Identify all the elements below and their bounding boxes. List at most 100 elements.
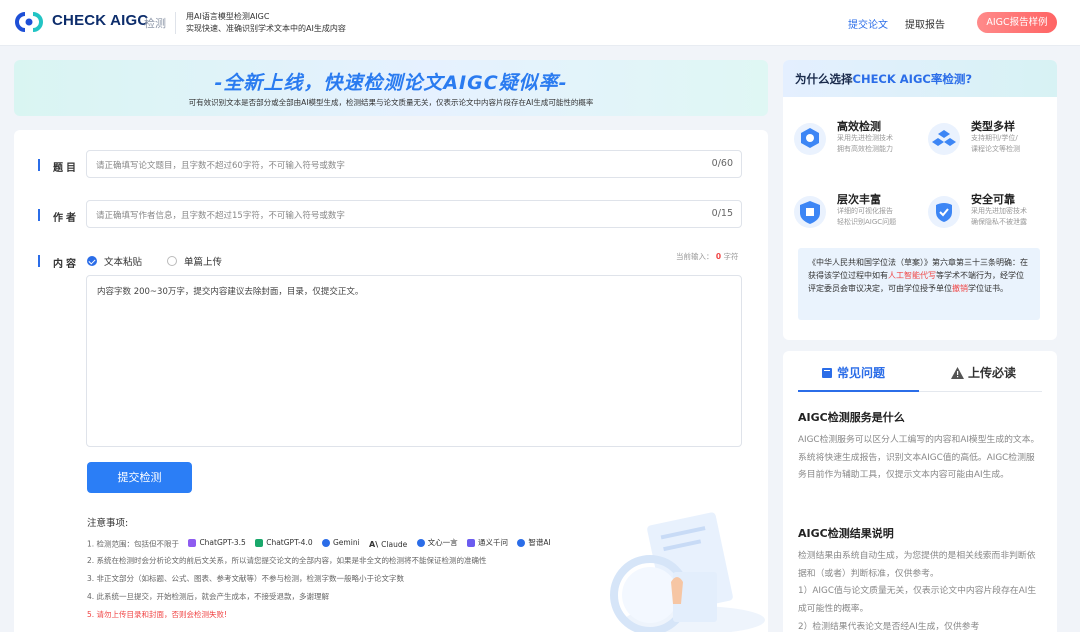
model-tongyi: 通义千问 xyxy=(467,537,508,548)
degree-law-notice: 《中华人民共和国学位法（草案）》第六章第三十三条明确：在获得该学位过程中如有人工… xyxy=(798,248,1040,320)
radio-unchecked-icon xyxy=(167,256,177,266)
efficient-detect-icon xyxy=(794,123,826,155)
why-choose-card: 为什么选择CHECK AIGC率检测? 高效检测 采用先进检测技术 拥有高效检测… xyxy=(783,60,1057,340)
feature-desc: 采用先进加密技术 xyxy=(971,207,1027,215)
submit-check-button[interactable]: 提交检测 xyxy=(87,462,192,493)
banner-title: -全新上线，快速检测论文AIGC疑似率- xyxy=(214,72,568,94)
model-chatgpt35: ChatGPT-3.5 xyxy=(188,538,246,547)
logo-icon xyxy=(15,12,43,32)
feature-desc: 课程论文等检测 xyxy=(971,145,1020,153)
note-item-2: 2. 系统在检测时会分析论文的前后文关系，所以请您提交论文的全部内容，如果是非全… xyxy=(87,556,487,565)
model-name: Gemini xyxy=(333,538,360,547)
content-textarea[interactable]: 内容字数 200~30万字，提交内容建议去除封面，目录，仅提交正文。 xyxy=(86,275,742,447)
author-input[interactable]: 请正确填写作者信息，且字数不超过15字符，不可输入符号或数字 0/15 xyxy=(86,200,742,228)
model-name: ChatGPT-4.0 xyxy=(266,538,313,547)
tab-upload-label: 上传必读 xyxy=(968,366,1017,380)
title-char-count: 0/60 xyxy=(711,158,733,169)
model-name: 智谱AI xyxy=(528,538,551,547)
slogan-line1: 用AI语言模型检测AIGC xyxy=(186,12,270,21)
faq-answer-1: AIGC检测服务可以区分人工编写的内容和AI模型生成的文本。 系统将快速生成报告… xyxy=(798,435,1040,480)
radio-text-paste[interactable]: 文本粘贴 xyxy=(87,254,142,268)
chatgpt-icon xyxy=(255,538,264,547)
top-header: CHECK AIGC 检测 用AI语言模型检测AIGC 实现快速、准确识别学术文… xyxy=(0,0,1080,46)
wenxin-icon xyxy=(416,538,425,547)
note-item-3: 3. 非正文部分（如标题、公式、图表、参考文献等）不参与检测，检测字数一般略小于… xyxy=(87,574,405,583)
feature-efficient: 高效检测 采用先进检测技术 拥有高效检测能力 xyxy=(783,118,913,170)
current-input-value: 0 xyxy=(715,252,722,261)
content-field-marker xyxy=(38,255,40,267)
title-placeholder: 请正确填写论文题目，且字数不超过60字符，不可输入符号或数字 xyxy=(96,161,345,171)
faq-answer-2-point1: 1）AIGC值与论文质量无关，仅表示论文中内容片段存在AI生成可能性的概率。 xyxy=(798,586,1037,614)
current-input-prefix: 当前输入： xyxy=(676,252,714,261)
faq-answer-2-intro: 检测结果由系统自动生成，为您提供的是相关线索而非判断依据和（或者）判断标准，仅供… xyxy=(798,551,1036,579)
feature-rich: 层次丰富 详细的可视化报告 轻松识别AIGC问题 xyxy=(783,191,913,243)
zhipu-icon xyxy=(517,538,526,547)
rich-layers-icon xyxy=(794,196,826,228)
note-item-4: 4. 此系统一旦提交，开始检测后，就会产生成本，不接受退款，多谢理解 xyxy=(87,592,330,601)
current-input-counter: 当前输入： 0 字符 xyxy=(676,251,739,262)
author-placeholder: 请正确填写作者信息，且字数不超过15字符，不可输入符号或数字 xyxy=(96,211,345,221)
magnifier-illustration xyxy=(610,512,765,632)
model-chatgpt40: ChatGPT-4.0 xyxy=(255,538,313,547)
model-gemini: Gemini xyxy=(322,538,360,547)
feature-desc: 拥有高效检测能力 xyxy=(837,145,893,153)
radio-single-upload[interactable]: 单篇上传 xyxy=(167,254,222,268)
secure-lock-icon xyxy=(928,196,960,228)
feature-desc: 轻松识别AIGC问题 xyxy=(837,218,897,226)
feature-desc: 详细的可视化报告 xyxy=(837,207,893,215)
faq-question-1: AIGC检测服务是什么 xyxy=(798,411,905,424)
model-wenxin: 文心一言 xyxy=(416,537,458,548)
law-highlight: 撤销 xyxy=(952,284,968,293)
nav-submit-paper[interactable]: 提交论文 xyxy=(848,16,888,31)
warning-icon xyxy=(951,366,964,379)
why-header: 为什么选择CHECK AIGC率检测? xyxy=(783,60,1057,97)
content-label: 内容 xyxy=(53,259,79,270)
feature-title: 高效检测 xyxy=(837,120,881,133)
law-highlight: 人工智能代写 xyxy=(888,271,936,280)
feature-diverse: 类型多样 支持期刊/学位/ 课程论文等检测 xyxy=(917,118,1047,170)
title-label: 题目 xyxy=(53,163,79,174)
model-name: Claude xyxy=(381,539,408,549)
radio-single-upload-label: 单篇上传 xyxy=(184,257,223,268)
model-name: ChatGPT-3.5 xyxy=(199,538,246,547)
notes-title: 注意事项: xyxy=(87,518,129,529)
why-title-prefix: 为什么选择 xyxy=(795,72,853,86)
feature-desc: 采用先进检测技术 xyxy=(837,134,893,142)
note-item-5: 5. 请勿上传目录和封面，否则会检测失败! xyxy=(87,610,228,619)
feature-desc: 确保隐私不被泄露 xyxy=(971,218,1027,226)
model-claude: A\ Claude xyxy=(369,540,407,549)
faq-question-2: AIGC检测结果说明 xyxy=(798,527,894,540)
promo-banner: -全新上线，快速检测论文AIGC疑似率- 可有效识别文本是否部分或全部由AI模型… xyxy=(14,60,768,116)
report-sample-button[interactable]: AIGC报告样例 xyxy=(977,12,1057,33)
brand-sub: 检测 xyxy=(144,17,166,30)
author-char-count: 0/15 xyxy=(711,208,733,219)
banner-subtitle: 可有效识别文本是否部分或全部由AI模型生成，检测结果与论文质量无关，仅表示论文中… xyxy=(188,98,594,107)
slogan-line2: 实现快速、准确识别学术文本中的AI生成内容 xyxy=(186,24,346,33)
author-field-marker xyxy=(38,209,40,221)
tongyi-icon xyxy=(467,538,475,547)
model-name: 通义千问 xyxy=(478,538,508,547)
note-item-1-text: 1. 检测范围：包括但不限于 xyxy=(87,539,180,549)
claude-icon: A\ xyxy=(369,539,379,549)
gemini-icon xyxy=(322,538,330,547)
book-icon xyxy=(822,367,832,378)
faq-answer-2-point2: 2）检测结果代表论文是否经AI生成，仅供参考 xyxy=(798,622,980,632)
title-field-marker xyxy=(38,159,40,171)
feature-title: 类型多样 xyxy=(971,120,1015,133)
brand-name[interactable]: CHECK AIGC xyxy=(52,12,148,29)
tab-upload-must-read[interactable]: 上传必读 xyxy=(951,364,1016,381)
why-title-brand: CHECK AIGC率检测? xyxy=(852,72,973,86)
tab-faq[interactable]: 常见问题 xyxy=(821,364,885,381)
tab-active-indicator xyxy=(798,390,919,392)
faq-card: 常见问题 上传必读 AIGC检测服务是什么 AIGC检测服务可以区分人工编写的内… xyxy=(783,351,1057,632)
content-placeholder: 内容字数 200~30万字，提交内容建议去除封面，目录，仅提交正文。 xyxy=(97,287,364,297)
feature-desc: 支持期刊/学位/ xyxy=(971,134,1018,142)
feature-title: 安全可靠 xyxy=(971,193,1015,206)
header-divider xyxy=(175,12,176,34)
law-text: 学位证书。 xyxy=(968,284,1008,293)
feature-title: 层次丰富 xyxy=(837,193,881,206)
nav-fetch-report[interactable]: 提取报告 xyxy=(905,16,945,31)
why-title: 为什么选择CHECK AIGC率检测? xyxy=(795,71,972,87)
title-input[interactable]: 请正确填写论文题目，且字数不超过60字符，不可输入符号或数字 0/60 xyxy=(86,150,742,178)
model-name: 文心一言 xyxy=(427,538,458,547)
